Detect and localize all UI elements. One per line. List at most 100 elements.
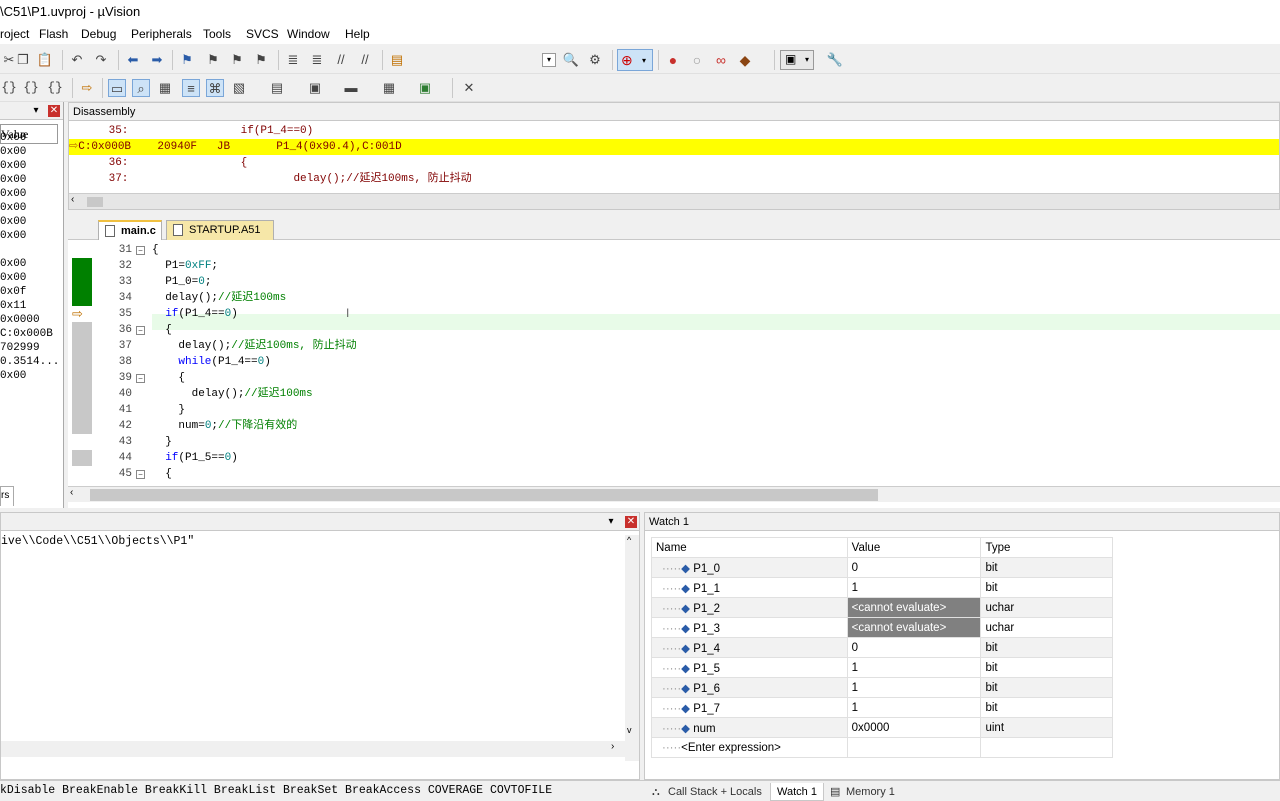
code-line[interactable]: { bbox=[152, 370, 185, 386]
scroll-thumb[interactable] bbox=[90, 489, 878, 501]
tab-memory-1[interactable]: ▤ Memory 1 bbox=[826, 783, 901, 801]
code-line[interactable]: delay();//延迟100ms bbox=[152, 386, 313, 402]
pin-icon[interactable]: ▾ bbox=[605, 516, 617, 528]
tab-watch-1[interactable]: Watch 1 bbox=[770, 783, 824, 801]
code-line[interactable]: P1=0xFF; bbox=[152, 258, 218, 274]
bookmark-next-icon[interactable]: ⚑ bbox=[228, 51, 246, 69]
pin-icon[interactable]: ▾ bbox=[30, 105, 42, 117]
symbols-window-icon[interactable]: ▦ bbox=[156, 79, 174, 97]
disassembly-line[interactable]: 35: if(P1_4==0) bbox=[69, 123, 1279, 139]
disassembly-line[interactable]: 37: delay();//延迟100ms, 防止抖动 bbox=[69, 171, 1279, 187]
watch-row[interactable]: ·····◆ P1_4 0 bit bbox=[651, 637, 1113, 658]
dropdown-icon[interactable]: ▾ bbox=[542, 53, 556, 67]
bookmark-icon[interactable]: ⚑ bbox=[178, 51, 196, 69]
registers-window-icon[interactable]: ≡ bbox=[182, 79, 200, 97]
watch-row[interactable]: ·····◆ P1_7 1 bit bbox=[651, 697, 1113, 718]
code-line[interactable]: delay();//延迟100ms, 防止抖动 bbox=[152, 338, 356, 354]
forward-icon[interactable]: ➡ bbox=[148, 51, 166, 69]
code-line[interactable]: } bbox=[152, 402, 185, 418]
code-line[interactable]: delay();//延迟100ms bbox=[152, 290, 286, 306]
indent-icon[interactable]: ≣ bbox=[284, 51, 302, 69]
undo-icon[interactable]: ↶ bbox=[68, 51, 86, 69]
step-icon[interactable]: {} bbox=[0, 79, 18, 97]
tab-call-stack[interactable]: ⛬ Call Stack + Locals bbox=[648, 783, 768, 801]
scroll-left-icon[interactable]: ‹ bbox=[70, 487, 73, 498]
watch-value[interactable]: 0 bbox=[846, 637, 982, 658]
code-line[interactable]: } bbox=[152, 434, 172, 450]
menu-window[interactable]: Window bbox=[287, 27, 330, 41]
command-window-icon[interactable]: ▭ bbox=[108, 79, 126, 97]
code-line[interactable]: { bbox=[152, 466, 172, 482]
comment-icon[interactable]: // bbox=[332, 51, 350, 69]
watch-row[interactable]: ·····◆ P1_1 1 bit bbox=[651, 577, 1113, 598]
bookmark-prev-icon[interactable]: ⚑ bbox=[204, 51, 222, 69]
menu-peripherals[interactable]: Peripherals bbox=[131, 27, 192, 41]
scroll-left-icon[interactable]: ‹ bbox=[71, 194, 74, 205]
paste-icon[interactable]: 📋 bbox=[36, 51, 54, 69]
redo-icon[interactable]: ↷ bbox=[92, 51, 110, 69]
type-column-header[interactable]: Type bbox=[980, 537, 1113, 558]
watch-value[interactable]: <cannot evaluate> bbox=[846, 597, 982, 618]
scroll-up-icon[interactable]: ^ bbox=[627, 535, 631, 545]
step-out-icon[interactable]: {} bbox=[46, 79, 64, 97]
watch-value[interactable]: 1 bbox=[846, 697, 982, 718]
serial-window-icon[interactable]: ▣ bbox=[306, 79, 324, 97]
unindent-icon[interactable]: ≣ bbox=[308, 51, 326, 69]
wrench-icon[interactable]: 🔧 bbox=[826, 51, 844, 69]
watch-window-icon[interactable]: ▧ bbox=[230, 79, 248, 97]
debug-toggle-button[interactable]: ⊕ ▾ bbox=[617, 49, 653, 71]
fold-toggle-icon[interactable]: − bbox=[136, 246, 145, 255]
code-line[interactable]: if(P1_4==0) bbox=[152, 306, 238, 322]
memory-window-icon[interactable]: ▤ bbox=[268, 79, 286, 97]
menu-flash[interactable]: Flash bbox=[39, 27, 68, 41]
command-hscroll[interactable]: › bbox=[1, 741, 625, 757]
open-icon[interactable]: ▤ bbox=[388, 51, 406, 69]
disassembly-window-icon[interactable]: ⌕ bbox=[132, 79, 150, 97]
tab-startup[interactable]: STARTUP.A51 bbox=[166, 220, 274, 240]
watch-value[interactable]: <cannot evaluate> bbox=[846, 617, 982, 638]
fold-toggle-icon[interactable]: − bbox=[136, 374, 145, 383]
menu-project[interactable]: roject bbox=[0, 27, 29, 41]
watch-row[interactable]: ·····◆ P1_5 1 bit bbox=[651, 657, 1113, 678]
bookmark-clear-icon[interactable]: ⚑ bbox=[252, 51, 270, 69]
code-line[interactable]: P1_0=0; bbox=[152, 274, 211, 290]
analysis-window-icon[interactable]: ▬ bbox=[342, 79, 360, 97]
watch-value[interactable]: 0 bbox=[846, 557, 982, 578]
watch-value[interactable]: 1 bbox=[846, 657, 982, 678]
disassembly-line[interactable]: 36: { bbox=[69, 155, 1279, 171]
code-line[interactable]: { bbox=[152, 322, 172, 338]
window-layout-button[interactable]: ▣ ▾ bbox=[780, 50, 814, 70]
watch-row[interactable]: ·····◆ P1_3 <cannot evaluate> uchar bbox=[651, 617, 1113, 638]
watch-row[interactable]: ·····◆ num 0x0000 uint bbox=[651, 717, 1113, 738]
enter-expression[interactable]: <Enter expression> bbox=[681, 742, 781, 754]
scroll-down-icon[interactable]: v bbox=[627, 725, 632, 735]
toolbox-icon[interactable]: ✕ bbox=[460, 79, 478, 97]
command-vscroll[interactable]: ^ v bbox=[625, 535, 639, 761]
code-line[interactable]: { bbox=[152, 242, 159, 258]
back-icon[interactable]: ⬅ bbox=[124, 51, 142, 69]
menu-tools[interactable]: Tools bbox=[203, 27, 231, 41]
watch-value[interactable]: 1 bbox=[846, 577, 982, 598]
enter-expression-row[interactable]: ·····<Enter expression> bbox=[651, 737, 1113, 758]
breakpoint-icon[interactable]: ● bbox=[664, 51, 682, 69]
breakpoint-disable-icon[interactable]: ○ bbox=[688, 51, 706, 69]
watch-row[interactable]: ·····◆ P1_0 0 bit bbox=[651, 557, 1113, 578]
code-line[interactable]: while(P1_4==0) bbox=[152, 354, 270, 370]
trace-window-icon[interactable]: ▦ bbox=[380, 79, 398, 97]
menu-svcs[interactable]: SVCS bbox=[246, 27, 279, 41]
name-column-header[interactable]: Name bbox=[651, 537, 848, 558]
scroll-thumb[interactable] bbox=[87, 197, 103, 207]
breakpoint-kill-icon[interactable]: ∞ bbox=[712, 51, 730, 69]
watch-value[interactable]: 1 bbox=[846, 677, 982, 698]
watch-row[interactable]: ·····◆ P1_2 <cannot evaluate> uchar bbox=[651, 597, 1113, 618]
fold-toggle-icon[interactable]: − bbox=[136, 326, 145, 335]
current-instruction-line[interactable]: ⇨C:0x000B 20940F JB P1_4(0x90.4),C:001D bbox=[69, 139, 1279, 155]
close-icon[interactable]: ✕ bbox=[625, 516, 637, 528]
copy-icon[interactable]: ❐ bbox=[14, 51, 32, 69]
menu-help[interactable]: Help bbox=[345, 27, 370, 41]
registers-tab[interactable]: rs bbox=[0, 486, 14, 506]
editor-scrollbar[interactable]: ‹ bbox=[68, 486, 1280, 502]
menu-debug[interactable]: Debug bbox=[81, 27, 116, 41]
run-to-cursor-icon[interactable]: ⇨ bbox=[78, 79, 96, 97]
system-viewer-icon[interactable]: ▣ bbox=[416, 79, 434, 97]
